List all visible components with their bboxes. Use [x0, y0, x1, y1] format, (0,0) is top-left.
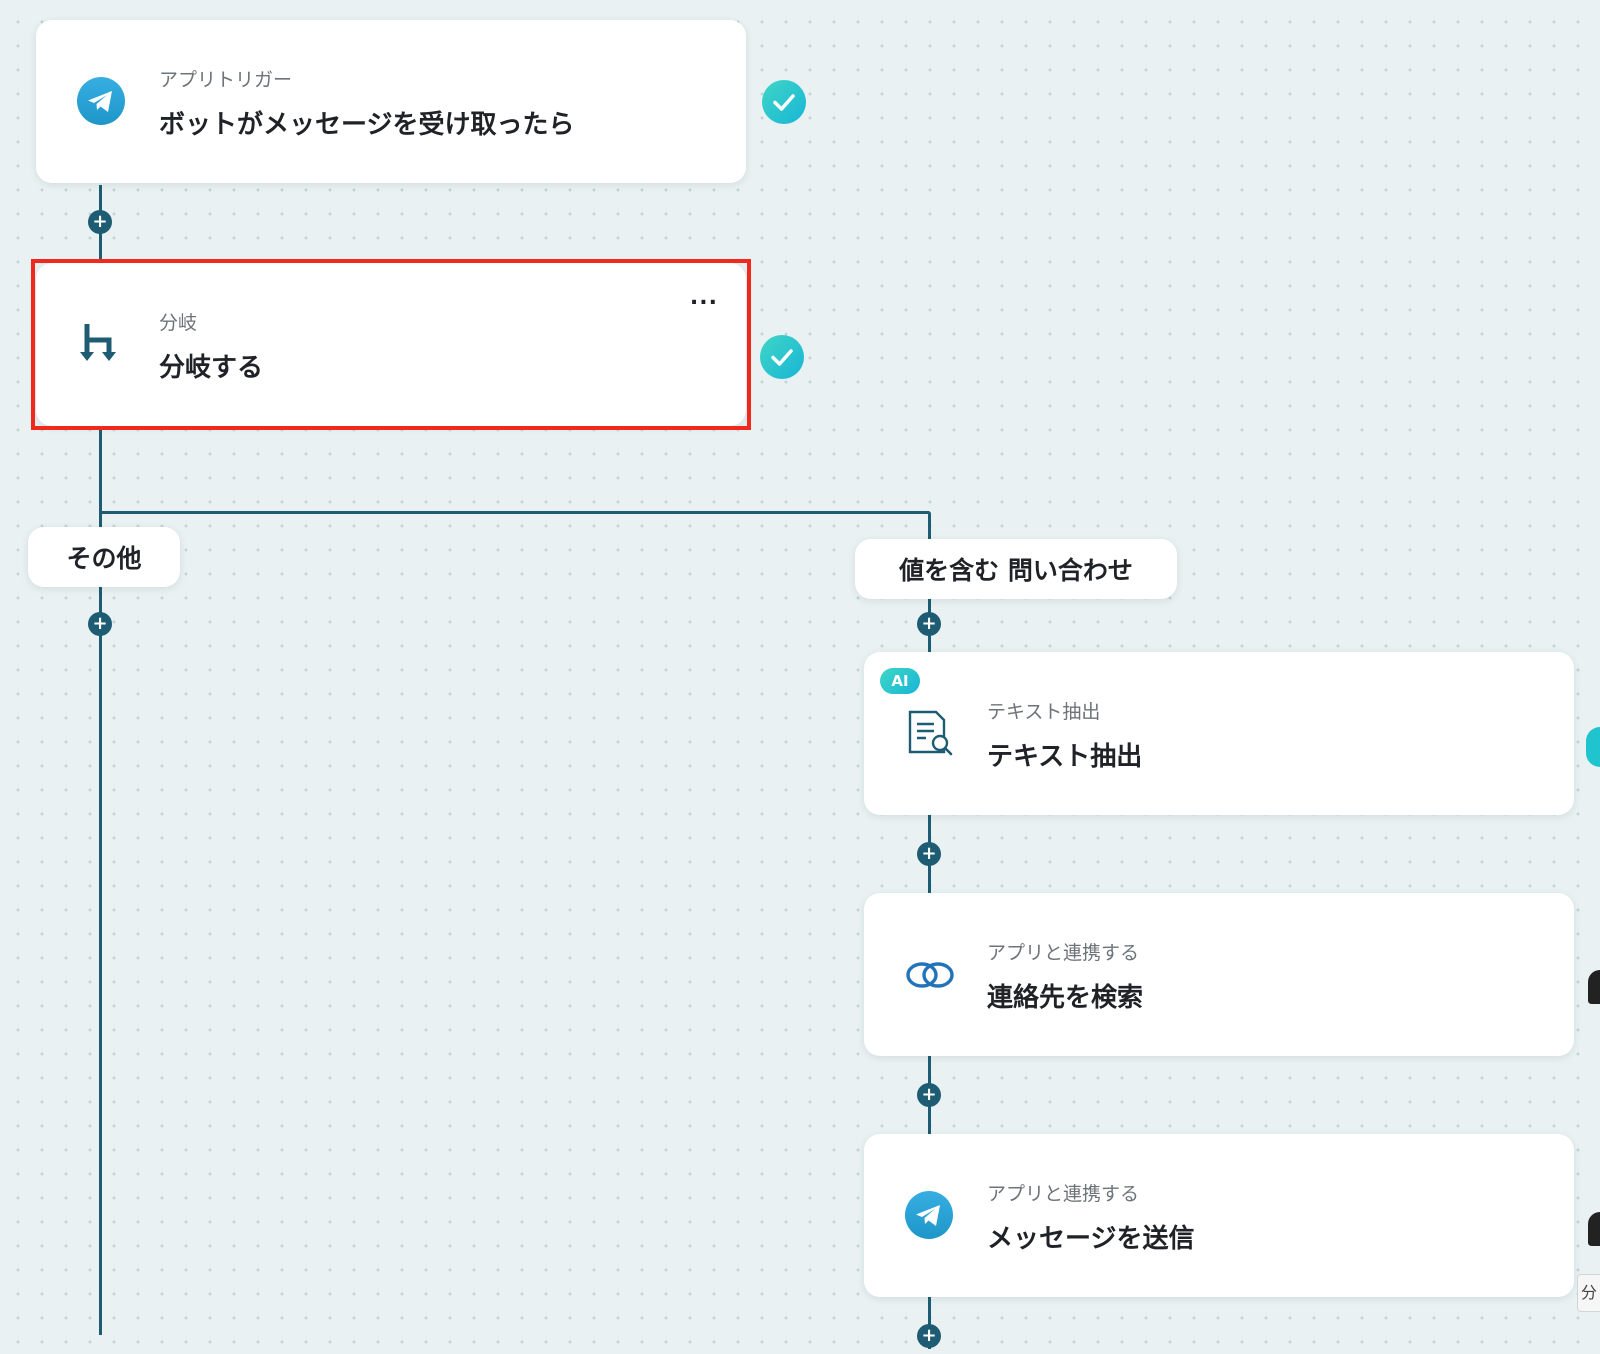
telegram-icon	[904, 1190, 956, 1242]
partial-tooltip: 分	[1577, 1274, 1600, 1312]
add-step-button[interactable]: +	[917, 1324, 941, 1348]
branch-label-other[interactable]: その他	[28, 527, 180, 587]
trigger-card[interactable]: アプリトリガー ボットがメッセージを受け取ったら	[36, 20, 746, 183]
add-step-button[interactable]: +	[917, 1083, 941, 1107]
card-title: メッセージを送信	[987, 1224, 1195, 1254]
partial-warning-icon	[1588, 970, 1600, 1004]
add-step-button[interactable]: +	[917, 842, 941, 866]
add-step-button[interactable]: +	[917, 612, 941, 636]
card-title: 連絡先を検索	[987, 983, 1144, 1013]
card-subtitle: アプリと連携する	[987, 1183, 1140, 1205]
connector-line-branch-horizontal	[99, 511, 931, 514]
ai-badge: AI	[880, 668, 920, 694]
selection-highlight	[31, 259, 751, 430]
text-extract-card[interactable]: AI テキスト抽出 テキスト抽出	[864, 652, 1574, 815]
contact-search-card[interactable]: アプリと連携する 連絡先を検索	[864, 893, 1574, 1056]
send-message-card[interactable]: アプリと連携する メッセージを送信	[864, 1134, 1574, 1297]
card-subtitle: アプリと連携する	[987, 942, 1140, 964]
document-search-icon	[904, 708, 956, 760]
card-title: テキスト抽出	[987, 742, 1143, 772]
partial-check-icon	[1586, 727, 1600, 767]
telegram-icon	[76, 76, 128, 128]
card-title: ボットがメッセージを受け取ったら	[159, 110, 575, 140]
add-step-button[interactable]: +	[88, 612, 112, 636]
card-subtitle: テキスト抽出	[987, 701, 1101, 723]
partial-warning-icon	[1588, 1212, 1600, 1246]
link-rings-icon	[904, 949, 956, 1001]
card-subtitle: アプリトリガー	[159, 69, 293, 91]
completed-check-icon	[762, 80, 806, 124]
completed-check-icon	[760, 335, 804, 379]
branch-label-contains[interactable]: 値を含む 問い合わせ	[855, 539, 1177, 599]
add-step-button[interactable]: +	[88, 210, 112, 234]
